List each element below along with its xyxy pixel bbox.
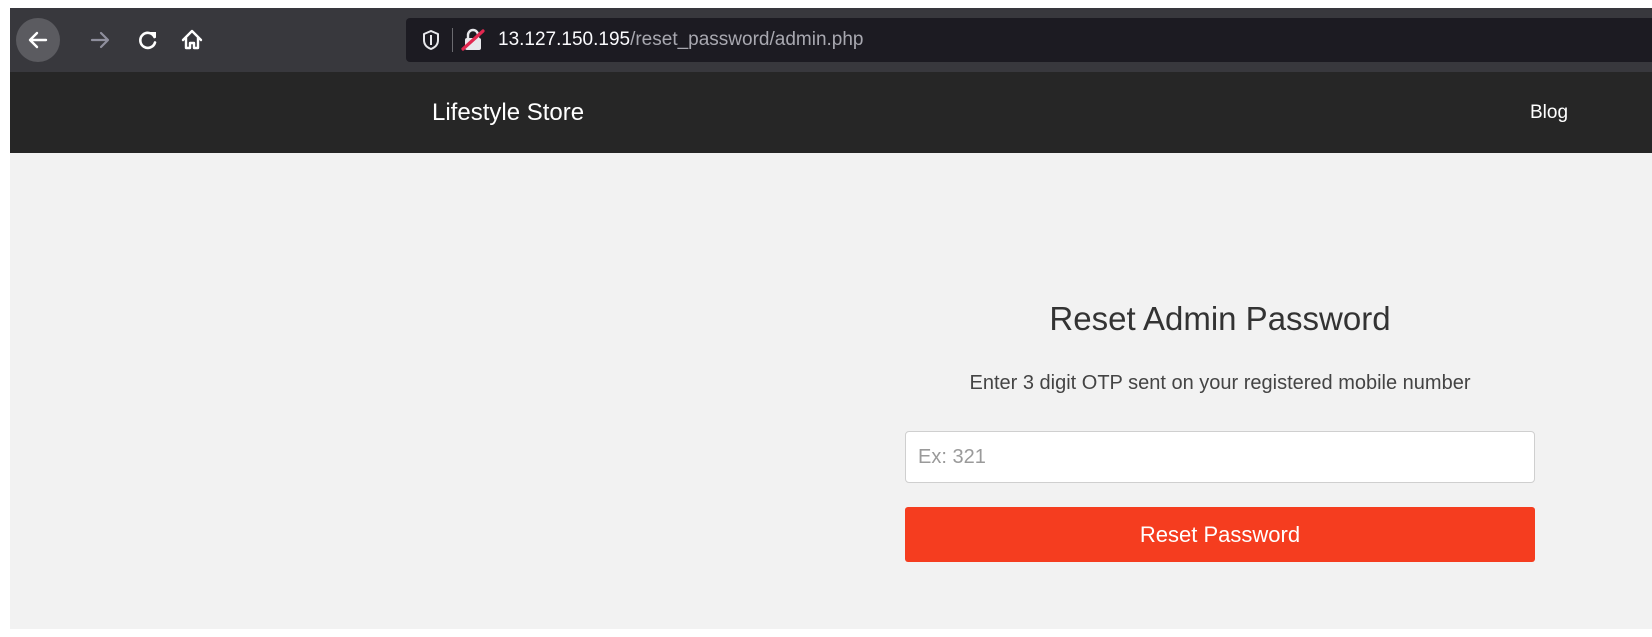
- address-bar[interactable]: 13.127.150.195/reset_password/admin.php: [406, 18, 1652, 62]
- site-navbar: Lifestyle Store Blog: [10, 72, 1652, 153]
- home-button[interactable]: [176, 24, 208, 56]
- page-title: Reset Admin Password: [1049, 300, 1391, 337]
- forward-arrow-icon: [90, 31, 110, 49]
- otp-instructions: Enter 3 digit OTP sent on your registere…: [969, 372, 1471, 394]
- shield-icon[interactable]: [420, 29, 442, 51]
- back-button[interactable]: [16, 18, 60, 62]
- insecure-lock-icon[interactable]: [460, 27, 486, 53]
- url-path: /reset_password/admin.php: [630, 29, 864, 50]
- url-text[interactable]: 13.127.150.195/reset_password/admin.php: [498, 18, 864, 62]
- nav-link-blog[interactable]: Blog: [1530, 72, 1568, 153]
- reset-password-button[interactable]: Reset Password: [905, 507, 1535, 562]
- forward-button[interactable]: [84, 24, 116, 56]
- url-host: 13.127.150.195: [498, 29, 631, 50]
- brand-link[interactable]: Lifestyle Store: [432, 72, 584, 153]
- url-separator: [452, 28, 453, 52]
- otp-input[interactable]: [905, 431, 1535, 483]
- back-arrow-icon: [28, 31, 48, 49]
- reload-icon: [139, 31, 157, 50]
- browser-window: 13.127.150.195/reset_password/admin.php …: [10, 8, 1652, 629]
- reload-button[interactable]: [132, 24, 164, 56]
- home-icon: [181, 29, 203, 50]
- browser-toolbar: 13.127.150.195/reset_password/admin.php: [10, 8, 1652, 72]
